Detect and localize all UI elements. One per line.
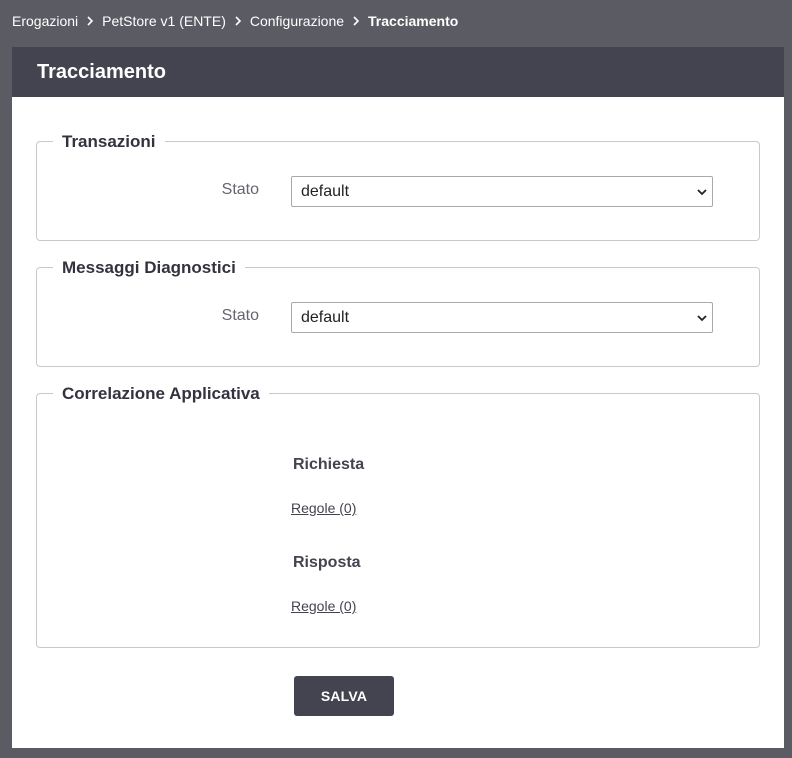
- breadcrumb: Erogazioni PetStore v1 (ENTE) Configuraz…: [12, 12, 458, 30]
- fieldset-legend-transazioni: Transazioni: [53, 132, 165, 152]
- stato-select-value: default: [301, 309, 350, 326]
- chevron-down-icon: [697, 189, 707, 196]
- stato-label-diagnostici: Stato: [221, 307, 259, 324]
- risposta-regole-link[interactable]: Regole (0): [291, 597, 356, 615]
- fieldset-transazioni: Transazioni Stato default: [36, 132, 760, 241]
- risposta-title: Risposta: [293, 554, 361, 571]
- chevron-right-icon: [78, 12, 102, 30]
- chevron-right-icon: [344, 12, 368, 30]
- richiesta-regole-link[interactable]: Regole (0): [291, 499, 356, 517]
- stato-select-transazioni[interactable]: default: [291, 176, 713, 207]
- stato-select-value: default: [301, 183, 350, 200]
- stato-select-diagnostici[interactable]: default: [291, 302, 713, 333]
- breadcrumb-item-petstore[interactable]: PetStore v1 (ENTE): [102, 13, 226, 29]
- fieldset-messaggi-diagnostici: Messaggi Diagnostici Stato default: [36, 258, 760, 367]
- page-title: Tracciamento: [12, 47, 784, 97]
- fieldset-legend-correlazione: Correlazione Applicativa: [53, 384, 269, 404]
- fieldset-legend-diagnostici: Messaggi Diagnostici: [53, 258, 245, 278]
- fieldset-correlazione-applicativa: Correlazione Applicativa Richiesta Regol…: [36, 384, 760, 648]
- richiesta-title: Richiesta: [293, 456, 365, 473]
- chevron-down-icon: [697, 315, 707, 322]
- save-button[interactable]: SALVA: [294, 676, 394, 716]
- breadcrumb-current: Tracciamento: [368, 13, 459, 29]
- breadcrumb-item-configurazione[interactable]: Configurazione: [250, 13, 344, 29]
- breadcrumb-item-erogazioni[interactable]: Erogazioni: [12, 13, 78, 29]
- tracciamento-panel: Tracciamento Transazioni Stato default M…: [12, 47, 784, 748]
- stato-label-transazioni: Stato: [221, 181, 259, 198]
- chevron-right-icon: [226, 12, 250, 30]
